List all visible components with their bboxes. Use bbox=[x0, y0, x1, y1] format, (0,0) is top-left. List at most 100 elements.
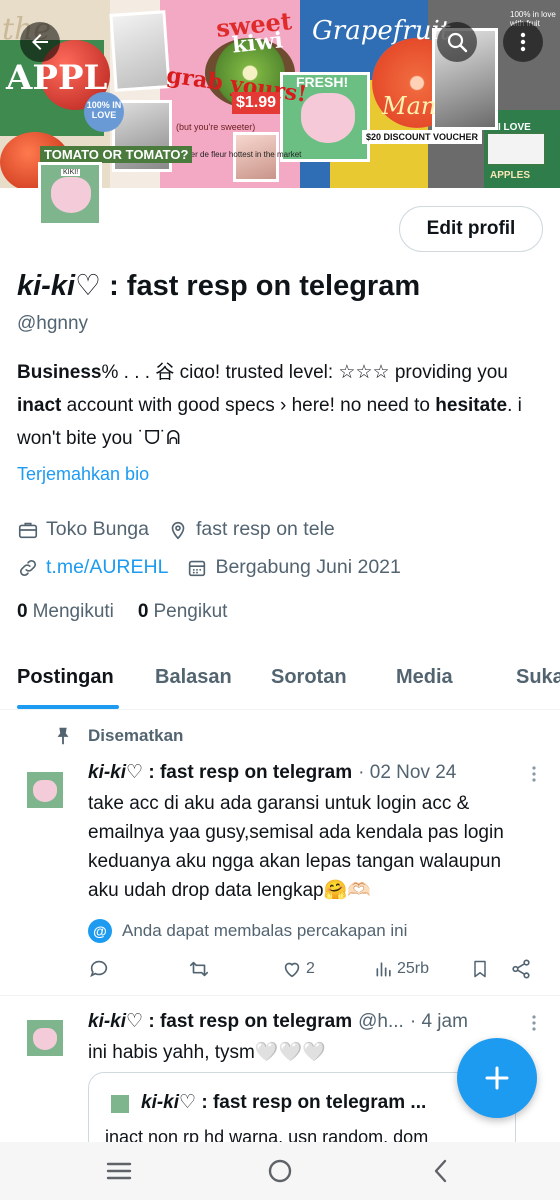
tweet-author-name[interactable]: ki-ki♡ : fast resp on telegram bbox=[88, 761, 352, 784]
pinned-text: Disematkan bbox=[88, 726, 184, 745]
repost-button[interactable] bbox=[188, 958, 213, 980]
banner-text: TOMATO OR TOMATO? bbox=[40, 146, 193, 163]
banner-text: atelier de fleur hottest in the market bbox=[176, 150, 302, 159]
tab-highlights[interactable]: Sorotan bbox=[271, 666, 347, 689]
tweet-text: take acc di aku ada garansi untuk login … bbox=[88, 793, 504, 901]
followers-count: 0 bbox=[137, 601, 149, 622]
reply-permission-note: @ Anda dapat membalas percakapan ini bbox=[88, 919, 407, 943]
tweet-author-name[interactable]: ki-ki♡ : fast resp on telegram bbox=[88, 1010, 352, 1033]
system-back-button[interactable] bbox=[426, 1156, 456, 1186]
share-button[interactable] bbox=[510, 958, 535, 980]
bio-text: % . . . 谷 ciαo! trusted level: ☆☆☆ provi… bbox=[101, 362, 508, 383]
bio-text: Business bbox=[17, 362, 102, 383]
tweet-more-button[interactable] bbox=[524, 764, 544, 784]
profile-joined-label: Bergabung Juni 2021 bbox=[215, 556, 401, 578]
banner-text: kiwi bbox=[230, 27, 285, 59]
quote-name-suffix: : fast resp on telegram ... bbox=[196, 1092, 427, 1113]
tweet-avatar[interactable] bbox=[27, 772, 63, 808]
views-count: 25rb bbox=[397, 960, 430, 977]
edit-profile-button[interactable]: Edit profil bbox=[399, 206, 543, 252]
display-name-prefix: ki-ki bbox=[17, 270, 76, 302]
profile-avatar[interactable]: KIKI! bbox=[38, 162, 102, 226]
tab-replies[interactable]: Balasan bbox=[155, 666, 232, 689]
profile-bio: Business% . . . 谷 ciαo! trusted level: ☆… bbox=[17, 356, 547, 455]
banner-text: 100% IN LOVE bbox=[84, 92, 124, 132]
follow-stats: 0 Mengikuti 0 Pengikut bbox=[17, 601, 251, 623]
more-vertical-icon bbox=[532, 1015, 536, 1031]
profile-location: fast resp on tele bbox=[167, 518, 335, 541]
tab-posts[interactable]: Postingan bbox=[17, 666, 114, 689]
calendar-icon bbox=[186, 557, 208, 579]
display-name-suffix: : fast resp on telegram bbox=[101, 270, 421, 302]
quote-avatar bbox=[111, 1095, 129, 1113]
avatar-label: KIKI! bbox=[61, 169, 81, 176]
author-name-heart: ♡ bbox=[126, 1011, 144, 1032]
home-circle-icon bbox=[268, 1159, 292, 1183]
profile-meta-row: t.me/AUREHL Bergabung Juni 2021 bbox=[17, 556, 419, 579]
banner-text: Man bbox=[382, 92, 437, 120]
banner-text: I LOVE bbox=[498, 122, 531, 133]
banner-text: Grapefruit bbox=[312, 16, 451, 46]
tweet-date[interactable]: · 4 jam bbox=[410, 1011, 468, 1033]
reply-icon bbox=[90, 960, 108, 978]
compose-post-button[interactable] bbox=[457, 1038, 537, 1118]
avatar-image bbox=[51, 177, 91, 213]
profile-category-label: Toko Bunga bbox=[46, 518, 149, 540]
author-name-prefix: ki-ki bbox=[88, 1011, 127, 1032]
reply-button[interactable] bbox=[88, 958, 113, 980]
more-vertical-icon bbox=[520, 32, 526, 52]
followers-link[interactable]: 0 Pengikut bbox=[138, 601, 228, 623]
like-button[interactable]: 2 bbox=[281, 958, 315, 980]
display-name-heart: ♡ bbox=[75, 270, 102, 302]
profile-website-link[interactable]: t.me/AUREHL bbox=[46, 556, 168, 579]
pin-icon bbox=[57, 727, 69, 745]
author-name-suffix: : fast resp on telegram bbox=[143, 1011, 353, 1032]
bookmark-button[interactable] bbox=[470, 958, 493, 980]
banner-text: $1.99 bbox=[232, 92, 281, 114]
profile-banner[interactable]: the APPL sweet kiwi grab yours! (but you… bbox=[0, 0, 560, 188]
tab-likes[interactable]: Suka bbox=[516, 666, 560, 689]
profile-tabs: Postingan Balasan Sorotan Media Suka bbox=[0, 648, 560, 710]
home-button[interactable] bbox=[265, 1156, 295, 1186]
display-name: ki-ki♡ : fast resp on telegram bbox=[17, 268, 420, 303]
bio-text: hesitate bbox=[435, 395, 508, 416]
following-link[interactable]: 0 Mengikuti bbox=[17, 601, 114, 623]
banner-text: $20 DISCOUNT VOUCHER bbox=[362, 130, 483, 144]
back-button[interactable] bbox=[20, 22, 60, 62]
more-options-button[interactable] bbox=[503, 22, 543, 62]
location-pin-icon bbox=[167, 519, 189, 541]
author-name-heart: ♡ bbox=[126, 762, 144, 783]
tweet-handle[interactable]: @h... bbox=[358, 1011, 404, 1033]
tweet-more-button[interactable] bbox=[524, 1013, 544, 1033]
tab-media[interactable]: Media bbox=[396, 666, 453, 689]
briefcase-icon bbox=[17, 519, 39, 541]
at-sign-icon: @ bbox=[88, 919, 112, 943]
views-chart-icon bbox=[376, 962, 391, 977]
tweet-date[interactable]: · 02 Nov 24 bbox=[358, 762, 456, 784]
system-navigation-bar bbox=[0, 1142, 560, 1200]
menu-lines-icon bbox=[106, 1162, 132, 1180]
banner-photo bbox=[109, 10, 171, 92]
quote-name-prefix: ki-ki bbox=[141, 1092, 180, 1113]
profile-joined: Bergabung Juni 2021 bbox=[186, 556, 401, 579]
tweet-header: ki-ki♡ : fast resp on telegram @h... · 4… bbox=[88, 1010, 468, 1033]
following-count: 0 bbox=[17, 601, 28, 622]
plus-icon bbox=[485, 1066, 509, 1090]
views-button[interactable]: 25rb bbox=[374, 958, 429, 980]
profile-location-label: fast resp on tele bbox=[196, 518, 335, 540]
repost-icon bbox=[189, 961, 209, 977]
tweet-divider bbox=[0, 995, 560, 996]
search-icon bbox=[447, 32, 468, 53]
apple-box-graphic bbox=[486, 132, 546, 166]
search-button[interactable] bbox=[437, 22, 477, 62]
share-icon bbox=[512, 959, 530, 979]
quote-author-name: ki-ki♡ : fast resp on telegram ... bbox=[141, 1091, 426, 1114]
translate-bio-link[interactable]: Terjemahkan bio bbox=[17, 464, 149, 485]
banner-text: APPL bbox=[6, 58, 108, 98]
profile-website[interactable]: t.me/AUREHL bbox=[17, 556, 168, 579]
banner-text: (but you're sweeter) bbox=[176, 122, 256, 132]
pinned-label: Disematkan bbox=[52, 725, 183, 747]
tweet-avatar[interactable] bbox=[27, 1020, 63, 1056]
recent-apps-button[interactable] bbox=[104, 1156, 134, 1186]
author-name-prefix: ki-ki bbox=[88, 762, 127, 783]
